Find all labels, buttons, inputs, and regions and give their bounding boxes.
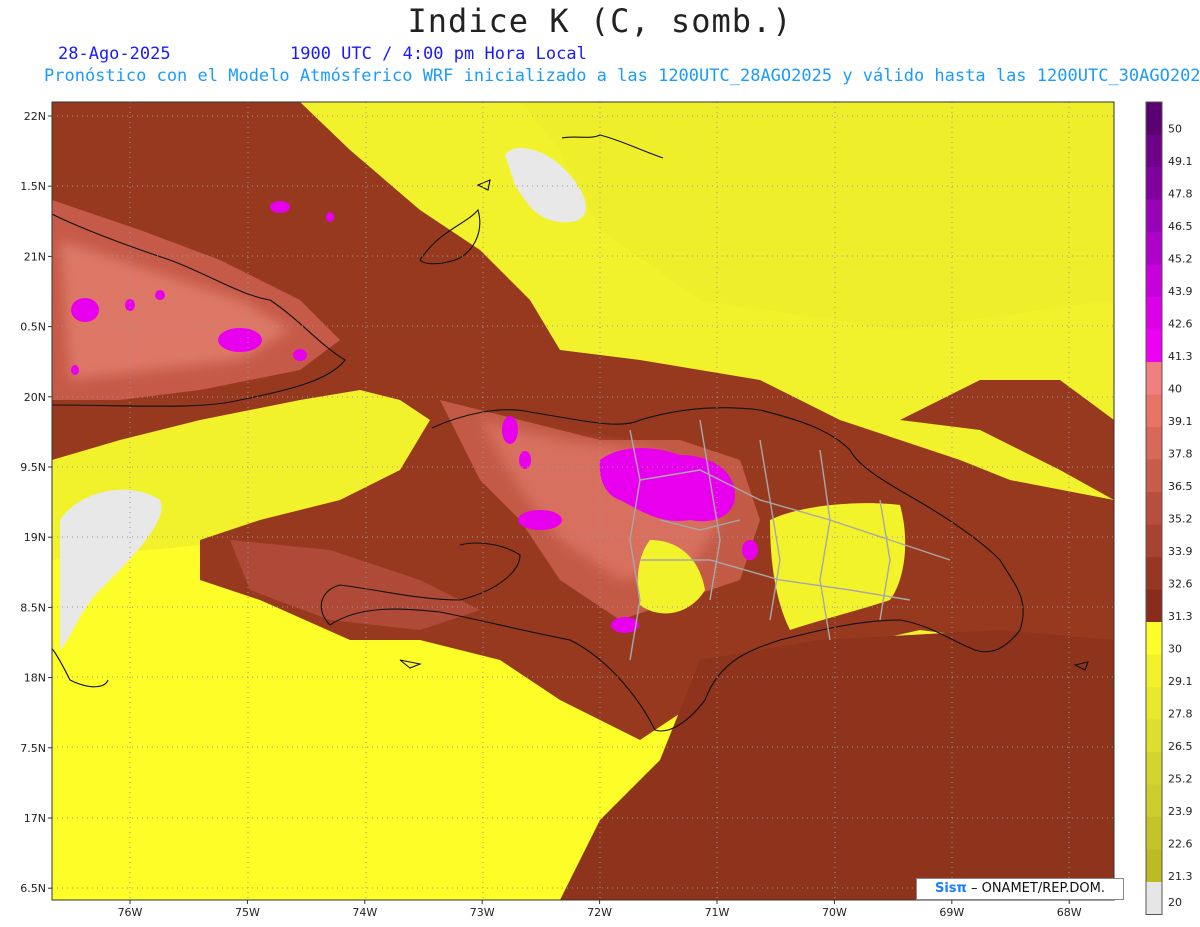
colorbar-swatch [1146,329,1162,362]
colorbar-swatch [1146,362,1162,395]
lat-tick-label: 1.5N [20,180,46,193]
colorbar-swatch [1146,687,1162,720]
colorbar-swatch [1146,199,1162,232]
colorbar-swatch [1146,297,1162,330]
lon-tick-label: 74W [352,906,377,919]
lat-tick-label: 18N [24,672,46,685]
colorbar-swatch [1146,394,1162,427]
colorbar-label: 45.2 [1168,252,1193,265]
lon-tick-label: 72W [587,906,612,919]
colorbar-swatch [1146,719,1162,752]
colorbar: 50 49.1 47.8 46.5 45.2 43.9 42.6 41.3 40 39.1 37.8… [1145,101,1193,915]
forecast-time: 1900 UTC / 4:00 pm Hora Local [290,44,587,64]
colorbar-swatch [1146,427,1162,460]
lon-tick-label: 71W [705,906,730,919]
colorbar-label: 33.9 [1168,545,1193,558]
colorbar-swatch [1146,102,1162,135]
longitude-axis: 76W 75W 74W 73W 72W 71W 70W 69W 68W [118,900,1082,919]
lon-tick-label: 73W [470,906,495,919]
colorbar-label: 42.6 [1168,317,1193,330]
forecast-date: 28-Ago-2025 [58,44,171,64]
lon-tick-label: 75W [235,906,260,919]
colorbar-swatch [1146,784,1162,817]
colorbar-label: 35.2 [1168,512,1193,525]
credit-text: – ONAMET/REP.DOM. [970,881,1105,896]
lat-tick-label: 9.5N [20,461,46,474]
lat-tick-label: 17N [24,812,46,825]
colorbar-swatch [1146,459,1162,492]
lat-tick-label: 8.5N [20,601,46,614]
colorbar-label: 43.9 [1168,285,1193,298]
colorbar-label: 22.6 [1168,837,1193,850]
colorbar-swatch [1146,817,1162,850]
colorbar-label: 23.9 [1168,805,1193,818]
colorbar-label: 47.8 [1168,187,1193,200]
lat-tick-label: 0.5N [20,321,46,334]
latitude-axis: 22N 1.5N 21N 0.5N 20N 9.5N 19N 8.5N 18N 7.5N 17N 6.… [20,110,52,895]
colorbar-label: 25.2 [1168,772,1193,785]
colorbar-swatch [1146,557,1162,590]
lat-tick-label: 19N [24,531,46,544]
colorbar-swatch [1146,264,1162,297]
colorbar-label: 41.3 [1168,350,1193,363]
colorbar-label: 20 [1168,896,1182,909]
colorbar-label: 21.3 [1168,870,1193,883]
colorbar-label: 26.5 [1168,740,1193,753]
colorbar-label: 49.1 [1168,155,1193,168]
credit-brand: Sisπ [934,881,967,896]
lon-tick-label: 68W [1057,906,1082,919]
lat-tick-label: 21N [24,250,46,263]
lat-tick-label: 20N [24,391,46,404]
lat-tick-label: 7.5N [20,742,46,755]
colorbar-label: 50 [1168,122,1182,135]
colorbar-swatch [1146,882,1162,915]
colorbar-swatch [1146,134,1162,167]
colorbar-label: 36.5 [1168,480,1193,493]
colorbar-swatch [1146,589,1162,622]
model-subtitle: Pronóstico con el Modelo Atmósferico WRF… [44,66,1200,86]
colorbar-swatch [1146,167,1162,200]
colorbar-swatch [1146,232,1162,265]
chart-title: Indice K (C, somb.) [407,2,793,40]
lon-tick-label: 69W [939,906,964,919]
colorbar-swatch [1146,622,1162,655]
colorbar-label: 46.5 [1168,220,1193,233]
colorbar-label: 30 [1168,642,1182,655]
lon-tick-label: 76W [118,906,143,919]
colorbar-swatch [1146,524,1162,557]
colorbar-swatch [1146,654,1162,687]
credit-box: Sisπ – ONAMET/REP.DOM. [916,878,1124,900]
lat-tick-label: 6.5N [20,882,46,895]
map-canvas: 22N 1.5N 21N 0.5N 20N 9.5N 19N 8.5N 18N 7.5N 17N 6.… [20,101,1193,919]
colorbar-swatch [1146,492,1162,525]
k-index-field [52,102,1114,900]
colorbar-swatch [1146,849,1162,882]
colorbar-label: 29.1 [1168,675,1193,688]
colorbar-label: 40 [1168,382,1182,395]
lat-tick-label: 22N [24,110,46,123]
colorbar-label: 31.3 [1168,610,1193,623]
colorbar-swatch [1146,752,1162,785]
lon-tick-label: 70W [822,906,847,919]
colorbar-label: 32.6 [1168,577,1193,590]
colorbar-label: 27.8 [1168,707,1193,720]
colorbar-label: 37.8 [1168,447,1193,460]
colorbar-label: 39.1 [1168,415,1193,428]
